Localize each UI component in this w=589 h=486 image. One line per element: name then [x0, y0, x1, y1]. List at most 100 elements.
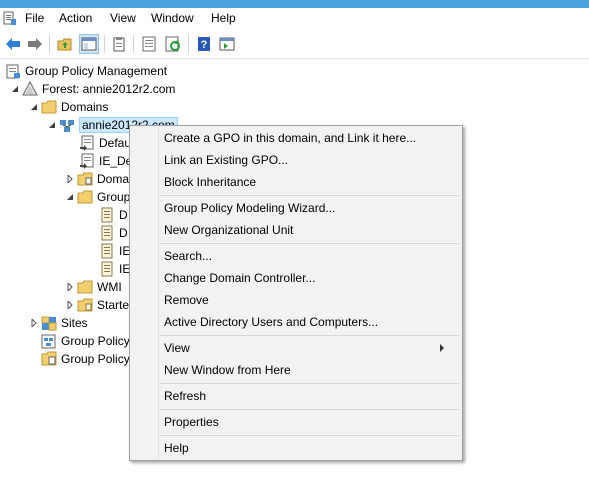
tree-label: D: [119, 208, 128, 222]
back-arrow-icon[interactable]: [3, 34, 23, 54]
action-pane-icon[interactable]: [217, 34, 237, 54]
tree-item-gpo[interactable]: IE: [99, 260, 130, 278]
properties-icon[interactable]: [139, 34, 159, 54]
ou-folder-icon: [77, 171, 93, 187]
group-policy-management-icon: [5, 63, 21, 79]
menu-separator: [160, 435, 459, 436]
app-icon[interactable]: [3, 11, 16, 25]
tree-label: Group Policy: [61, 352, 130, 366]
toolbar-separator: [188, 35, 189, 53]
toolbar-separator: [49, 35, 50, 53]
menu-item-remove[interactable]: Remove: [164, 290, 209, 310]
tree-label: Defau: [99, 136, 132, 150]
up-folder-icon[interactable]: [55, 34, 75, 54]
tree-item-gp-modeling[interactable]: Group Policy: [41, 332, 130, 350]
forward-arrow-icon[interactable]: [25, 34, 45, 54]
menu-item-refresh[interactable]: Refresh: [164, 386, 206, 406]
tree-item-wmi-filters[interactable]: WMI: [65, 278, 122, 296]
tree-item-forest[interactable]: Forest: annie2012r2.com: [10, 80, 175, 98]
menu-window[interactable]: Window: [151, 11, 194, 25]
collapse-arrow-icon[interactable]: [47, 120, 57, 130]
expand-arrow-icon[interactable]: [65, 174, 75, 184]
collapse-arrow-icon[interactable]: [10, 84, 20, 94]
tree-item-domains[interactable]: Domains: [29, 98, 108, 116]
gpo-scroll-icon: [99, 243, 115, 259]
refresh-icon[interactable]: [163, 34, 183, 54]
expand-arrow-icon[interactable]: [29, 318, 39, 328]
menu-view[interactable]: View: [110, 11, 136, 25]
toolbar-separator: [133, 35, 134, 53]
tree-label: D: [119, 226, 128, 240]
menu-action[interactable]: Action: [59, 11, 92, 25]
collapse-arrow-icon[interactable]: [65, 192, 75, 202]
tree-label: Doma: [97, 172, 130, 186]
menu-item-help[interactable]: Help: [164, 438, 189, 458]
tree-item-root[interactable]: Group Policy Management: [5, 62, 167, 80]
tree-label: Starte: [97, 298, 130, 312]
submenu-arrow-icon: [440, 344, 444, 352]
gpo-scroll-icon: [99, 207, 115, 223]
gpo-link-icon: [79, 153, 95, 169]
tree-item-ie-policy[interactable]: IE_De: [79, 152, 132, 170]
menu-item-properties[interactable]: Properties: [164, 412, 219, 432]
expand-arrow-icon[interactable]: [65, 282, 75, 292]
expand-arrow-icon[interactable]: [65, 300, 75, 310]
clipboard-icon[interactable]: [109, 34, 129, 54]
domain-icon: [59, 117, 75, 133]
folder-icon: [77, 189, 93, 205]
sites-icon: [41, 315, 57, 331]
context-menu: Create a GPO in this domain, and Link it…: [129, 125, 463, 461]
tree-item-starter-gpos[interactable]: Starte: [65, 296, 129, 314]
menu-item-change-dc[interactable]: Change Domain Controller...: [164, 268, 315, 288]
tree-label: Domains: [61, 100, 109, 114]
menu-item-link-existing-gpo[interactable]: Link an Existing GPO...: [164, 150, 288, 170]
menu-separator: [160, 243, 459, 244]
svg-text:?: ?: [201, 39, 208, 51]
tree-item-gpo[interactable]: D: [99, 224, 128, 242]
gpo-scroll-icon: [99, 225, 115, 241]
menu-item-modeling-wizard[interactable]: Group Policy Modeling Wizard...: [164, 198, 335, 218]
tree-item-default-policy[interactable]: Defau: [79, 134, 131, 152]
menu-separator: [160, 335, 459, 336]
tree-label: Sites: [61, 316, 88, 330]
tree-label: WMI: [97, 280, 122, 294]
tree-item-domain-controllers[interactable]: Doma: [65, 170, 129, 188]
help-icon[interactable]: ?: [194, 34, 214, 54]
gpo-link-icon: [79, 135, 95, 151]
menu-item-view-label: View: [164, 341, 190, 355]
tree-label: IE_De: [99, 154, 133, 168]
tree-item-gpo-container[interactable]: Group: [65, 188, 130, 206]
menu-bar: File Action View Window Help: [0, 8, 589, 30]
toolbar: ?: [0, 30, 589, 59]
folder-icon: [77, 279, 93, 295]
menu-item-new-window[interactable]: New Window from Here: [164, 360, 291, 380]
tree-label: Forest: annie2012r2.com: [42, 82, 176, 96]
menu-item-new-ou[interactable]: New Organizational Unit: [164, 220, 293, 240]
menu-separator: [160, 383, 459, 384]
menu-item-search[interactable]: Search...: [164, 246, 212, 266]
tree-item-gpo[interactable]: IE: [99, 242, 130, 260]
toolbar-separator: [104, 35, 105, 53]
menu-item-ad-users-computers[interactable]: Active Directory Users and Computers...: [164, 312, 378, 332]
menu-item-view[interactable]: View: [164, 338, 454, 358]
menu-help[interactable]: Help: [211, 11, 236, 25]
folder-icon: [77, 297, 93, 313]
tree-label: Group Policy: [61, 334, 130, 348]
show-hide-console-tree-icon[interactable]: [79, 34, 99, 54]
window-title-bar: [0, 0, 589, 8]
menu-gutter: [158, 128, 159, 458]
menu-item-block-inheritance[interactable]: Block Inheritance: [164, 172, 256, 192]
tree-label: Group Policy Management: [25, 64, 168, 78]
menu-item-create-gpo[interactable]: Create a GPO in this domain, and Link it…: [164, 128, 416, 148]
folder-icon: [41, 99, 57, 115]
gp-results-icon: [41, 351, 57, 367]
menu-file[interactable]: File: [25, 11, 44, 25]
forest-icon: [22, 81, 38, 97]
tree-item-gpo[interactable]: D: [99, 206, 128, 224]
tree-item-gp-results[interactable]: Group Policy: [41, 350, 130, 368]
collapse-arrow-icon[interactable]: [29, 102, 39, 112]
tree-label: Group: [97, 190, 131, 204]
menu-separator: [160, 195, 459, 196]
tree-item-sites[interactable]: Sites: [29, 314, 88, 332]
menu-separator: [160, 409, 459, 410]
